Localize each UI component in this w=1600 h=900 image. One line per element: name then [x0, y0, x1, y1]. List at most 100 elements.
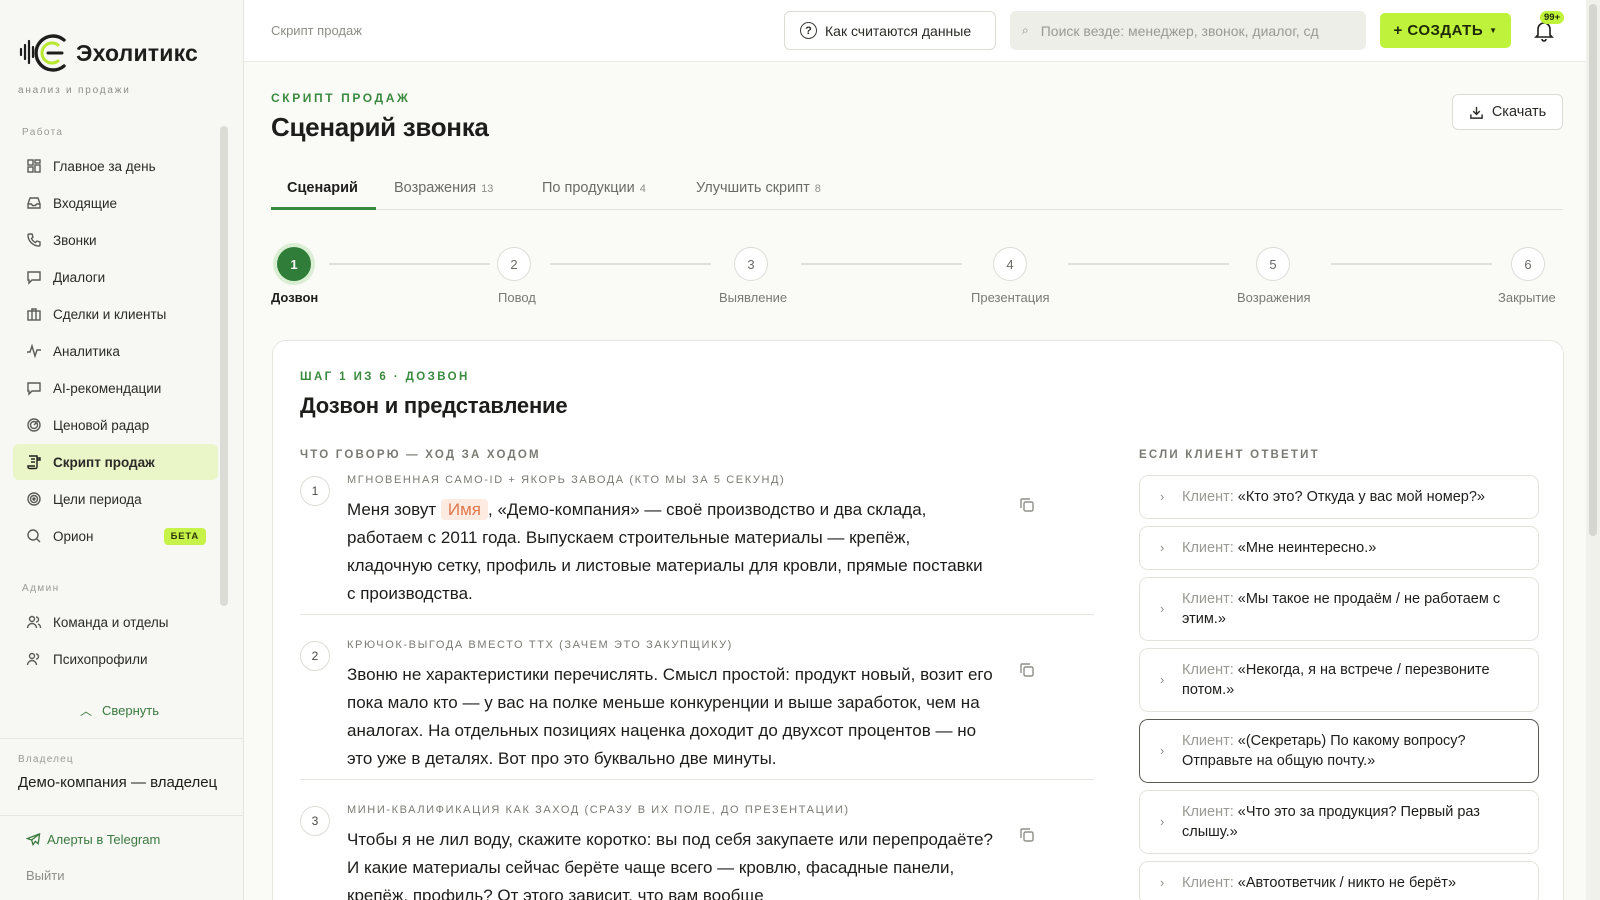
beta-badge: БЕТА [163, 527, 206, 545]
collapse-label: Свернуть [102, 703, 160, 718]
how-data-calculated-button[interactable]: ? Как считаются данные [784, 11, 996, 50]
sidebar-item-label: AI-рекомендации [53, 380, 162, 396]
nav-section-work: Работа [22, 127, 64, 138]
top-bar: Скрипт продаж ? Как считаются данные ⌕ П… [244, 0, 1600, 62]
chat-icon [26, 269, 42, 285]
client-reply-item[interactable]: › Клиент: «(Секретарь) По какому вопросу… [1139, 719, 1539, 783]
activity-icon [26, 343, 42, 359]
move-text: Меня зовут Имя, «Демо-компания» — своё п… [347, 496, 995, 608]
target-icon [26, 491, 42, 507]
sidebar-item-sales-script[interactable]: Скрипт продаж [13, 444, 218, 480]
app-logo[interactable]: Эхолитикс [18, 28, 198, 78]
tab-improve-script[interactable]: Улучшить скрипт 8 [696, 180, 821, 196]
step-label-5[interactable]: Возражения [1237, 290, 1311, 305]
tab-label: Улучшить скрипт [696, 180, 810, 196]
sidebar-item-label: Ценовой радар [53, 417, 150, 433]
client-prefix: Клиент: [1182, 662, 1234, 678]
client-reply-item[interactable]: › Клиент: «Мне неинтересно.» [1139, 526, 1539, 570]
copy-icon[interactable] [1018, 661, 1036, 679]
sidebar-item-inbox[interactable]: Входящие [13, 185, 218, 221]
sidebar-item-label: Главное за день [53, 158, 156, 174]
step-circle-6[interactable]: 6 [1511, 247, 1545, 281]
client-reply-quote: «Кто это? Откуда у вас мой номер?» [1237, 489, 1485, 505]
client-reply-item[interactable]: › Клиент: «Что это за продукция? Первый … [1139, 790, 1539, 854]
sidebar-item-team[interactable]: Команда и отделы [13, 604, 218, 640]
sidebar-item-dashboard[interactable]: Главное за день [13, 148, 218, 184]
step-label-1[interactable]: Дозвон [271, 290, 318, 305]
sidebar-item-period-goals[interactable]: Цели периода [13, 481, 218, 517]
sidebar-item-deals[interactable]: Сделки и клиенты [13, 296, 218, 332]
team-icon [26, 614, 42, 630]
global-search-input[interactable]: ⌕ Поиск везде: менеджер, звонок, диалог,… [1010, 11, 1366, 50]
app-name: Эхолитикс [76, 39, 199, 66]
sidebar-item-price-radar[interactable]: Ценовой радар [13, 407, 218, 443]
download-button[interactable]: Скачать [1452, 94, 1563, 130]
search-icon: ⌕ [1022, 23, 1029, 37]
client-reply-text: Клиент: «Некогда, я на встрече / перезво… [1182, 660, 1518, 700]
step-label-6[interactable]: Закрытие [1498, 290, 1556, 305]
client-reply-item[interactable]: › Клиент: «Автоответчик / никто не берёт… [1139, 861, 1539, 900]
step-circle-2[interactable]: 2 [497, 247, 531, 281]
move-number: 1 [300, 476, 330, 506]
chevron-right-icon: › [1160, 743, 1165, 758]
sidebar: Эхолитикс анализ и продажи Работа Главно… [0, 0, 244, 900]
step-label-4[interactable]: Презентация [971, 290, 1050, 305]
breadcrumb[interactable]: Скрипт продаж [271, 23, 362, 38]
briefcase-icon [26, 306, 42, 322]
moves-heading: ЧТО ГОВОРЮ — ХОД ЗА ХОДОМ [300, 449, 541, 461]
sidebar-item-label: Сделки и клиенты [53, 306, 167, 322]
soundwave-logo-icon [19, 34, 66, 72]
chevron-up-icon: ︿ [80, 704, 93, 718]
tab-scenario[interactable]: Сценарий [287, 180, 358, 196]
client-prefix: Клиент: [1182, 489, 1234, 505]
tab-by-product[interactable]: По продукции 4 [542, 180, 646, 196]
step-circle-1[interactable]: 1 [277, 247, 311, 281]
step-label-2[interactable]: Повод [498, 290, 536, 305]
client-reply-item[interactable]: › Клиент: «Некогда, я на встрече / перез… [1139, 648, 1539, 712]
sidebar-item-label: Входящие [53, 195, 118, 211]
copy-icon[interactable] [1018, 496, 1036, 514]
collapse-button[interactable]: ︿ Свернуть [80, 702, 159, 719]
move-text: Чтобы я не лил воду, скажите коротко: вы… [347, 830, 993, 900]
tab-objections[interactable]: Возражения 13 [394, 180, 493, 196]
sidebar-item-label: Диалоги [53, 269, 106, 285]
chevron-right-icon: › [1160, 672, 1165, 687]
sidebar-scrollbar[interactable] [220, 126, 228, 606]
chevron-down-icon: ▼ [1489, 26, 1498, 35]
sidebar-item-psychoprofiles[interactable]: Психопрофили [13, 641, 218, 677]
name-placeholder-chip[interactable]: Имя [440, 499, 488, 520]
client-reply-item[interactable]: › Клиент: «Мы такое не продаём / не рабо… [1139, 577, 1539, 641]
client-prefix: Клиент: [1182, 875, 1234, 891]
radar-icon [26, 417, 42, 433]
step-card-eyebrow: ШАГ 1 ИЗ 6 · ДОЗВОН [300, 371, 470, 383]
sidebar-item-ai-recommendations[interactable]: AI-рекомендации [13, 370, 218, 406]
how-label: Как считаются данные [825, 22, 972, 39]
step-connector [1331, 263, 1492, 265]
chevron-right-icon: › [1160, 489, 1165, 504]
sidebar-item-calls[interactable]: Звонки [13, 222, 218, 258]
owner-label: Владелец [18, 754, 74, 765]
step-circle-4[interactable]: 4 [993, 247, 1027, 281]
sidebar-item-analytics[interactable]: Аналитика [13, 333, 218, 369]
step-circle-5[interactable]: 5 [1256, 247, 1290, 281]
owner-block[interactable]: Владелец Демо-компания — владелец [0, 738, 243, 816]
step-circle-3[interactable]: 3 [734, 247, 768, 281]
sidebar-item-label: Аналитика [53, 343, 120, 359]
client-reply-text: Клиент: «Мне неинтересно.» [1182, 538, 1376, 558]
client-reply-text: Клиент: «Кто это? Откуда у вас мой номер… [1182, 487, 1485, 507]
step-label-3[interactable]: Выявление [719, 290, 787, 305]
page-scrollbar-thumb[interactable] [1589, 4, 1597, 536]
profile-icon [26, 651, 42, 667]
client-prefix: Клиент: [1182, 804, 1234, 820]
sidebar-item-dialogs[interactable]: Диалоги [13, 259, 218, 295]
copy-icon[interactable] [1018, 826, 1036, 844]
create-button[interactable]: + СОЗДАТЬ ▼ [1380, 13, 1511, 48]
owner-name: Демо-компания — владелец [18, 774, 218, 791]
logout-link[interactable]: Выйти [26, 868, 65, 883]
chevron-right-icon: › [1160, 601, 1165, 616]
move-text: Звоню не характеристики перечислять. Смы… [347, 665, 993, 768]
telegram-alerts-link[interactable]: Алерты в Telegram [26, 832, 160, 847]
dashboard-icon [26, 158, 42, 174]
sidebar-item-orion[interactable]: Орион БЕТА [13, 518, 218, 554]
client-reply-item[interactable]: › Клиент: «Кто это? Откуда у вас мой ном… [1139, 475, 1539, 519]
